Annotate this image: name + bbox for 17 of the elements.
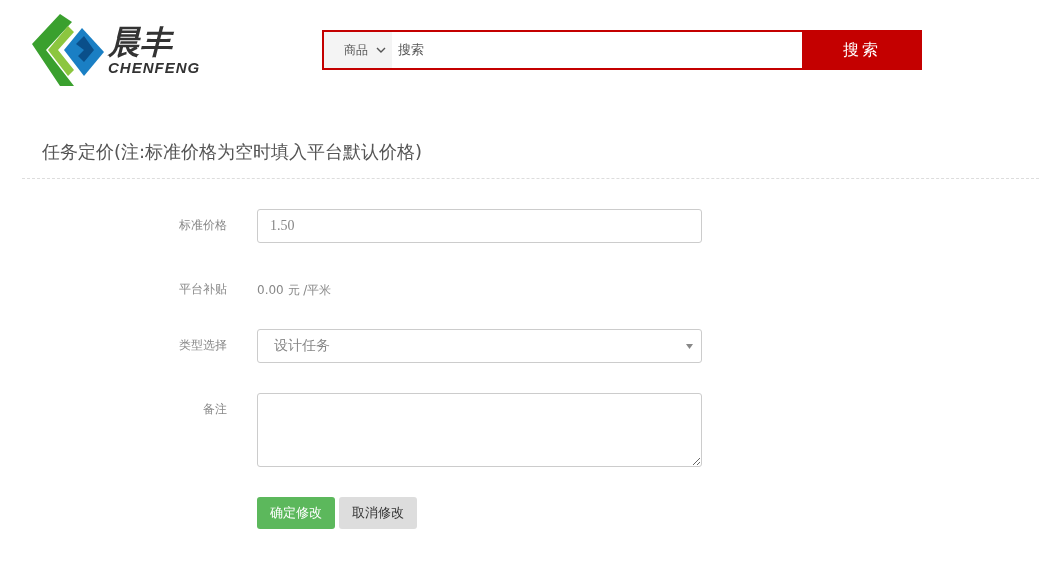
search-button[interactable]: 搜索 xyxy=(802,30,922,70)
field-label: 标准价格 xyxy=(178,217,227,234)
search-field[interactable]: 搜索 xyxy=(392,30,802,70)
type-select[interactable]: 设计任务 xyxy=(257,329,702,363)
field-label: 平台补贴 xyxy=(178,281,227,298)
chevron-down-icon xyxy=(376,47,386,53)
logo-name: 晨丰 xyxy=(108,24,175,59)
caret-icon xyxy=(686,343,693,349)
price-field[interactable]: 1.50 xyxy=(257,209,702,243)
subsidy-value: 0.00 元 /平米 xyxy=(257,282,333,299)
notes-field[interactable] xyxy=(257,393,702,467)
category-dropdown[interactable]: 商品 xyxy=(322,30,392,70)
field-label: 类型选择 xyxy=(178,337,227,354)
field-label: 备注 xyxy=(202,401,227,418)
logo-wordmark: CHENFENG xyxy=(108,58,201,76)
section-title: 任务定价(注:标准价格为空时填入平台默认价格) xyxy=(42,140,424,164)
cancel-button[interactable]: 取消修改 xyxy=(339,497,417,529)
